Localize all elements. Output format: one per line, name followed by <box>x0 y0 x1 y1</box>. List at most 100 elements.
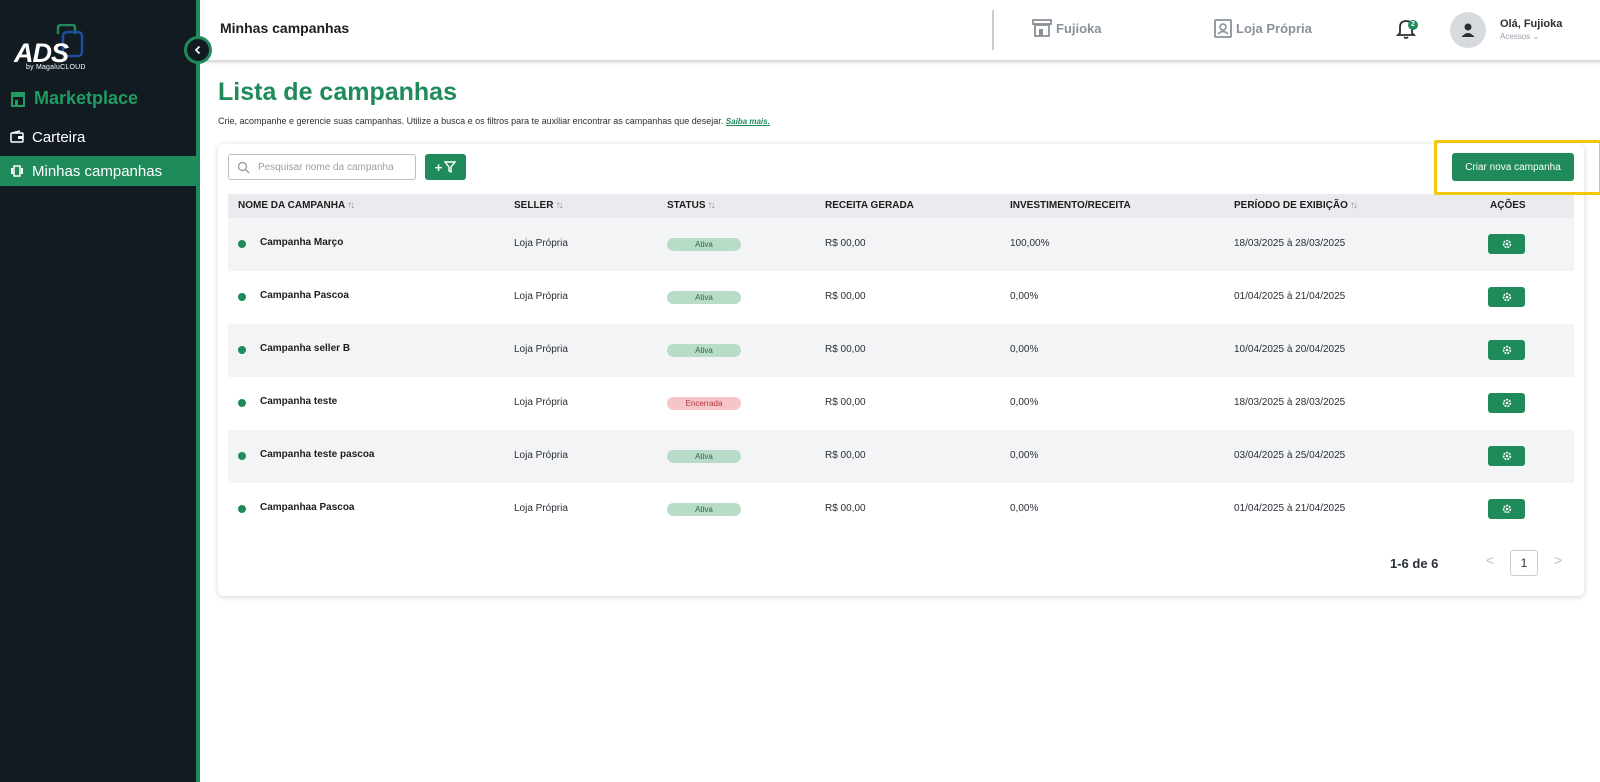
store-icon <box>11 91 25 107</box>
page-title: Lista de campanhas <box>218 78 457 106</box>
settings-button[interactable] <box>1488 499 1525 519</box>
column-label: PERÍODO DE EXIBIÇÃO <box>1234 200 1348 211</box>
column-label: STATUS <box>667 200 706 211</box>
next-page-icon[interactable]: > <box>1554 552 1562 568</box>
user-icon <box>1461 23 1475 37</box>
column-label: RECEITA GERADA <box>825 200 914 211</box>
table-row: Campanhaa Pascoa Loja Própria Ativa R$ 00,0… <box>228 483 1574 536</box>
learn-more-link[interactable]: Saiba mais. <box>726 117 770 126</box>
filter-icon <box>444 161 457 173</box>
campaign-name[interactable]: Campanha teste <box>260 396 337 407</box>
sort-icon[interactable]: ↑↓ <box>1350 200 1358 211</box>
column-header-acoes: AÇÕES <box>1490 200 1526 211</box>
status-badge: Ativa <box>667 291 741 304</box>
period-cell: 01/04/2025 à 21/04/2025 <box>1234 291 1346 302</box>
status-badge: Ativa <box>667 344 741 357</box>
column-header-seller: SELLER ↑↓ <box>514 200 563 211</box>
sidebar-item-carteira[interactable]: Carteira <box>0 122 196 152</box>
seller-cell: Loja Própria <box>514 344 568 355</box>
search-input[interactable] <box>258 161 408 173</box>
ratio-cell: 0,00% <box>1010 291 1039 302</box>
gear-icon <box>1502 292 1511 302</box>
campaign-name[interactable]: Campanhaa Pascoa <box>260 502 355 513</box>
notifications-badge: 2 <box>1408 20 1418 30</box>
user-greeting: Olá, Fujioka <box>1500 18 1563 30</box>
pagination-info: 1-6 de 6 <box>1390 556 1439 571</box>
store-loja-propria-label: Loja Própria <box>1236 20 1312 36</box>
status-dot <box>238 346 246 354</box>
column-header-status: STATUS ↑↓ <box>667 200 716 211</box>
campaigns-table: NOME DA CAMPANHA ↑↓ SELLER ↑↓ STATUS ↑↓ REC… <box>228 194 1574 536</box>
sidebar-item-label: Carteira <box>32 128 86 146</box>
status-dot <box>238 240 246 248</box>
page-description-text: Crie, acompanhe e gerencie suas campanha… <box>218 116 724 126</box>
seller-cell: Loja Própria <box>514 503 568 514</box>
add-filter-button[interactable]: + <box>425 154 466 180</box>
ratio-cell: 0,00% <box>1010 503 1039 514</box>
period-cell: 18/03/2025 à 28/03/2025 <box>1234 238 1346 249</box>
campaign-name[interactable]: Campanha teste pascoa <box>260 449 375 460</box>
status-dot <box>238 293 246 301</box>
create-campaign-button[interactable]: Criar nova campanha <box>1452 153 1574 181</box>
settings-button[interactable] <box>1488 446 1525 466</box>
user-access-dropdown[interactable]: Acessos ⌄ <box>1500 32 1539 41</box>
table-header: NOME DA CAMPANHA ↑↓ SELLER ↑↓ STATUS ↑↓ REC… <box>228 194 1574 218</box>
column-header-nome: NOME DA CAMPANHA ↑↓ <box>238 200 355 211</box>
period-cell: 18/03/2025 à 28/03/2025 <box>1234 397 1346 408</box>
store-fujioka-link[interactable]: Fujioka <box>1032 18 1102 38</box>
column-label: AÇÕES <box>1490 200 1526 211</box>
ratio-cell: 0,00% <box>1010 450 1039 461</box>
ratio-cell: 100,00% <box>1010 238 1050 249</box>
table-body: Campanha Março Loja Própria Ativa R$ 00,00 1… <box>228 218 1574 536</box>
table-row: Campanha teste pascoa Loja Própria Ativa R$… <box>228 430 1574 483</box>
column-label: NOME DA CAMPANHA <box>238 200 346 211</box>
table-row: Campanha Março Loja Própria Ativa R$ 00,00 1… <box>228 218 1574 271</box>
status-dot <box>238 399 246 407</box>
sort-icon[interactable]: ↑↓ <box>708 200 716 211</box>
user-access-label: Acessos <box>1500 32 1531 41</box>
revenue-cell: R$ 00,00 <box>825 344 866 355</box>
collapse-sidebar-button[interactable] <box>184 36 212 64</box>
settings-button[interactable] <box>1488 393 1525 413</box>
store-loja-propria-link[interactable]: Loja Própria <box>1214 18 1312 38</box>
seller-cell: Loja Própria <box>514 291 568 302</box>
settings-button[interactable] <box>1488 234 1525 254</box>
page-description: Crie, acompanhe e gerencie suas campanha… <box>218 116 770 126</box>
campaign-name[interactable]: Campanha seller B <box>260 343 350 354</box>
revenue-cell: R$ 00,00 <box>825 503 866 514</box>
store-icon <box>1032 19 1052 37</box>
chevron-down-icon: ⌄ <box>1532 32 1540 41</box>
sort-icon[interactable]: ↑↓ <box>555 200 563 211</box>
campaign-name[interactable]: Campanha Março <box>260 237 343 248</box>
seller-cell: Loja Própria <box>514 238 568 249</box>
sidebar-item-minhas-campanhas[interactable]: Minhas campanhas <box>0 156 196 186</box>
chevron-left-icon <box>194 45 201 55</box>
column-header-periodo: PERÍODO DE EXIBIÇÃO ↑↓ <box>1234 200 1358 211</box>
badge-icon <box>1214 19 1232 38</box>
notifications-button[interactable]: 2 <box>1395 18 1420 42</box>
ratio-cell: 0,00% <box>1010 344 1039 355</box>
header-divider <box>992 10 994 50</box>
status-badge: Encerrada <box>667 397 741 410</box>
gear-icon <box>1502 504 1511 514</box>
sort-icon[interactable]: ↑↓ <box>347 200 355 211</box>
seller-cell: Loja Própria <box>514 450 568 461</box>
ratio-cell: 0,00% <box>1010 397 1039 408</box>
gear-icon <box>1502 451 1511 461</box>
gear-icon <box>1502 398 1511 408</box>
status-badge: Ativa <box>667 238 741 251</box>
period-cell: 03/04/2025 à 25/04/2025 <box>1234 450 1346 461</box>
prev-page-icon[interactable]: < <box>1486 552 1494 568</box>
settings-button[interactable] <box>1488 340 1525 360</box>
settings-button[interactable] <box>1488 287 1525 307</box>
table-row: Campanha Pascoa Loja Própria Ativa R$ 00,00… <box>228 271 1574 324</box>
avatar[interactable] <box>1450 12 1486 48</box>
search-icon <box>237 161 250 173</box>
search-field[interactable] <box>228 154 416 180</box>
page-number-button[interactable]: 1 <box>1510 550 1538 576</box>
ads-logo: ADS by MagaluCLOUD <box>12 24 92 72</box>
sidebar-item-label: Minhas campanhas <box>32 162 163 180</box>
column-header-investimento: INVESTIMENTO/RECEITA <box>1010 200 1131 211</box>
campaign-name[interactable]: Campanha Pascoa <box>260 290 349 301</box>
store-fujioka-label: Fujioka <box>1056 20 1102 36</box>
